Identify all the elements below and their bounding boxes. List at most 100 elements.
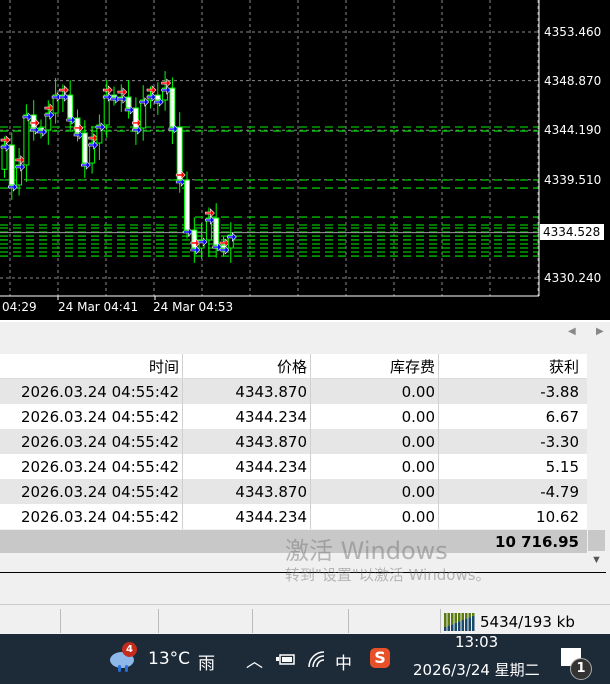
candle-body [184,179,190,231]
col-time[interactable]: 时间 [0,354,183,378]
table-header: 时间 价格 库存费 获利 [0,354,587,379]
temperature[interactable]: 13°C [148,649,190,669]
weather-widget[interactable]: 4 [108,642,138,678]
cell-profit: -4.79 [540,482,579,501]
col-price[interactable]: 价格 [183,354,311,378]
time-label: 24 Mar 04:41 [58,300,139,314]
cell-price: 4343.870 [183,429,311,454]
taskbar: 4 13°C 雨 ︿ 中 S 13:03 2026/3/24 星期二 1 [0,633,610,684]
ime-indicator[interactable]: 中 [335,649,352,674]
cell-profit: 10.62 [536,507,579,526]
signal-bar [468,617,471,631]
scroll-down-icon[interactable]: ▼ [591,554,602,566]
sell-arrow-icon [88,133,99,143]
traffic-text: 5434/193 kb [480,613,575,631]
notification-count: 1 [570,658,592,680]
table-row[interactable]: 2026.03.24 04:55:42 4344.234 0.00 5.15 [0,454,587,479]
cell-price: 4344.234 [183,404,311,429]
signal-bar [465,618,468,631]
signal-bar-bg [461,613,464,620]
cell-profit: -3.30 [540,432,579,451]
chart-canvas[interactable] [0,0,610,320]
sell-arrow-icon [15,155,26,165]
cell-time: 2026.03.24 04:55:42 [0,479,183,504]
price-axis-label: 4330.240 [544,270,602,285]
cell-time: 2026.03.24 04:55:42 [0,429,183,454]
connection-status[interactable]: 5434/193 kb [444,613,575,631]
clock-time[interactable]: 13:03 [455,633,498,651]
candle-body [81,132,88,164]
current-price-label: 4334.528 [540,224,604,240]
time-label: 24 Mar 04:53 [153,300,234,314]
weather-condition[interactable]: 雨 [198,649,215,674]
cell-time: 2026.03.24 04:55:42 [0,404,183,429]
cell-swap: 0.00 [311,504,439,529]
battery-icon[interactable] [276,652,296,666]
table-row[interactable]: 2026.03.24 04:55:42 4343.870 0.00 -3.30 [0,429,587,454]
clock-date[interactable]: 2026/3/24 星期二 [413,659,540,680]
signal-bar [451,624,454,631]
signal-bar-bg [468,613,471,618]
activation-watermark-text: 转到"设置"以激活 Windows。 [285,566,491,584]
sell-arrow-icon [44,103,55,113]
scroll-right-icon[interactable]: ▶ [596,326,604,337]
sogou-input-icon[interactable]: S [370,648,390,668]
cell-swap: 0.00 [311,404,439,429]
cell-price: 4343.870 [183,379,311,404]
cell-time: 2026.03.24 04:55:42 [0,504,183,529]
cell-time: 2026.03.24 04:55:42 [0,379,183,404]
buy-arrow-icon [117,94,128,104]
cell-time: 2026.03.24 04:55:42 [0,454,183,479]
cell-profit: -3.88 [540,382,579,401]
buy-arrow-icon [59,92,69,102]
signal-bar [472,615,475,631]
signal-bar-bg [451,613,454,625]
signal-bar-bg [454,613,457,623]
col-swap[interactable]: 库存费 [311,354,439,378]
cell-profit: 6.67 [545,407,579,426]
price-axis-label: 4353.460 [544,25,602,39]
signal-bar-bg [458,613,461,622]
signal-bar-bg [472,613,475,616]
signal-bar [461,620,464,631]
price-axis-label: 4348.870 [544,73,602,88]
sell-arrow-icon [59,85,69,95]
signal-bar [458,621,461,631]
cell-profit: 5.15 [545,457,579,476]
show-hidden-icons-chevron-icon[interactable]: ︿ [246,647,263,672]
status-bar: 5434/193 kb [0,604,610,634]
sell-arrow-icon [117,87,128,97]
table-row[interactable]: 2026.03.24 04:55:42 4343.870 0.00 -3.88 [0,379,587,404]
time-label: 04:29 [2,300,37,314]
scroll-thumb[interactable] [588,530,605,551]
vertical-scrollbar[interactable]: ▼ [587,354,606,572]
table-row[interactable]: 2026.03.24 04:55:42 4344.234 0.00 10.62 [0,504,587,529]
cell-swap: 0.00 [311,429,439,454]
sell-arrow-icon [102,85,113,95]
sell-arrow-icon [0,135,11,145]
cell-price: 4343.870 [183,479,311,504]
signal-bar-bg [447,613,450,626]
wifi-icon[interactable] [307,650,325,668]
table-row[interactable]: 2026.03.24 04:55:42 4344.234 0.00 6.67 [0,404,587,429]
connection-bars-icon [444,613,475,631]
table-row[interactable]: 2026.03.24 04:55:42 4343.870 0.00 -4.79 [0,479,587,504]
cell-price: 4344.234 [183,454,311,479]
candle-body [169,87,176,128]
candle-body [23,114,30,166]
sell-arrow-icon [146,85,157,95]
candle-body [67,94,74,119]
price-chart[interactable]: 4353.460 4348.870 4344.190 4339.510 4330.240… [0,0,610,320]
cell-swap: 0.00 [311,479,439,504]
signal-bar [444,627,447,631]
trade-table: 时间 价格 库存费 获利 2026.03.24 04:55:42 4343.870… [0,354,587,529]
cell-price: 4344.234 [183,504,311,529]
price-axis-label: 4339.510 [544,172,602,187]
signal-bar-bg [465,613,468,619]
terminal-panel: ◀ ▶ 时间 价格 库存费 获利 2026.03.24 04:55:42 4343… [0,322,610,604]
cell-swap: 0.00 [311,454,439,479]
col-profit[interactable]: 获利 [439,354,587,378]
price-axis-label: 4344.190 [544,123,602,138]
scroll-left-icon[interactable]: ◀ [568,326,576,337]
signal-bar [454,622,457,631]
